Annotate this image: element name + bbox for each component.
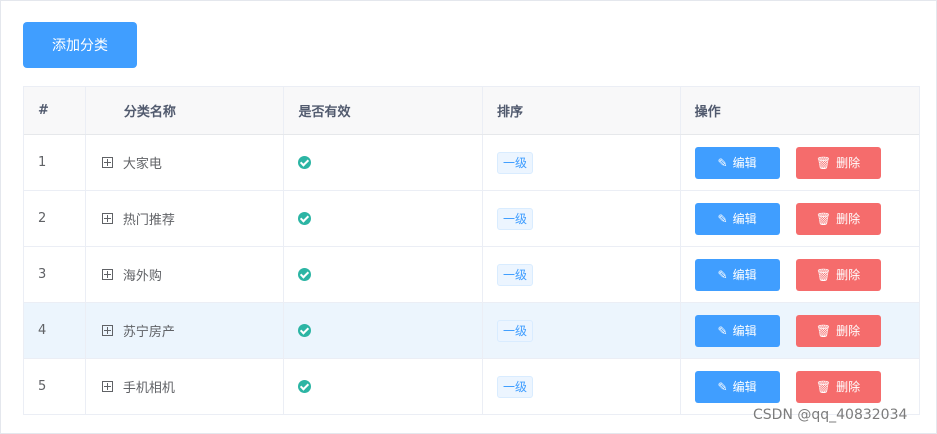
row-sort-cell: 一级: [483, 247, 681, 302]
delete-label: 删除: [836, 324, 861, 338]
edit-label: 编辑: [732, 380, 757, 394]
trash-icon: 🗑: [815, 267, 832, 282]
row-name-cell: 手机相机: [86, 359, 285, 414]
row-sort-cell: 一级: [483, 191, 681, 246]
check-circle-icon: [298, 380, 312, 393]
row-valid-cell: [284, 191, 483, 246]
table-row: 1 大家电 一级 ✎ 编辑 🗑 删除: [24, 135, 919, 191]
row-sort-cell: 一级: [483, 359, 681, 414]
header-index: #: [24, 87, 86, 134]
check-circle-icon: [298, 324, 312, 337]
edit-icon: ✎: [717, 379, 728, 394]
row-index: 1: [24, 135, 86, 190]
edit-label: 编辑: [732, 268, 757, 282]
delete-button[interactable]: 🗑 删除: [795, 258, 881, 291]
edit-label: 编辑: [732, 212, 757, 226]
expand-icon[interactable]: [101, 269, 113, 280]
row-valid-cell: [284, 247, 483, 302]
add-category-button[interactable]: 添加分类: [23, 22, 137, 68]
header-valid: 是否有效: [284, 87, 484, 134]
level-tag: 一级: [497, 207, 534, 230]
level-tag: 一级: [497, 263, 534, 286]
delete-button[interactable]: 🗑 删除: [795, 146, 881, 179]
row-name: 苏宁房产: [122, 325, 175, 340]
row-index: 5: [24, 359, 86, 414]
delete-label: 删除: [836, 380, 861, 394]
table-row: 2 热门推荐 一级 ✎ 编辑 🗑 删除: [24, 191, 919, 247]
row-valid-cell: [284, 135, 483, 190]
edit-button[interactable]: ✎ 编辑: [694, 146, 780, 179]
delete-label: 删除: [836, 212, 861, 226]
check-circle-icon: [298, 268, 312, 281]
level-tag: 一级: [497, 319, 534, 342]
row-sort-cell: 一级: [483, 303, 681, 358]
expand-icon[interactable]: [101, 381, 113, 392]
delete-label: 删除: [836, 156, 861, 170]
row-index: 2: [24, 191, 86, 246]
delete-button[interactable]: 🗑 删除: [795, 370, 881, 403]
edit-icon: ✎: [717, 155, 728, 170]
row-actions-cell: ✎ 编辑 🗑 删除: [681, 303, 919, 358]
edit-button[interactable]: ✎ 编辑: [694, 314, 780, 347]
row-actions-cell: ✎ 编辑 🗑 删除: [681, 191, 919, 246]
delete-button[interactable]: 🗑 删除: [795, 202, 881, 235]
delete-label: 删除: [836, 268, 861, 282]
edit-label: 编辑: [732, 156, 757, 170]
row-name-cell: 大家电: [86, 135, 285, 190]
trash-icon: 🗑: [815, 323, 832, 338]
row-name: 热门推荐: [122, 213, 175, 228]
table-row: 4 苏宁房产 一级 ✎ 编辑 🗑 删除: [24, 303, 919, 359]
row-index: 3: [24, 247, 86, 302]
edit-icon: ✎: [717, 267, 728, 282]
row-actions-cell: ✎ 编辑 🗑 删除: [681, 247, 919, 302]
level-tag: 一级: [497, 151, 534, 174]
row-valid-cell: [284, 359, 483, 414]
expand-icon[interactable]: [101, 157, 113, 168]
row-sort-cell: 一级: [483, 135, 681, 190]
trash-icon: 🗑: [815, 379, 832, 394]
watermark: CSDN @qq_40832034: [753, 407, 908, 423]
table-row: 3 海外购 一级 ✎ 编辑 🗑 删除: [24, 247, 919, 303]
trash-icon: 🗑: [815, 155, 832, 170]
row-actions-cell: ✎ 编辑 🗑 删除: [681, 135, 919, 190]
edit-button[interactable]: ✎ 编辑: [694, 202, 780, 235]
row-valid-cell: [284, 303, 483, 358]
header-actions: 操作: [694, 105, 721, 120]
row-name: 海外购: [122, 269, 162, 284]
header-category-name: 分类名称: [86, 87, 285, 134]
page-frame: 添加分类 # 分类名称 是否有效 排序 操作 1 大家电 一级 ✎ 编辑 🗑 删除 …: [0, 0, 937, 434]
row-name-cell: 热门推荐: [86, 191, 285, 246]
edit-icon: ✎: [717, 323, 728, 338]
delete-button[interactable]: 🗑 删除: [795, 314, 881, 347]
check-circle-icon: [298, 156, 312, 169]
header-sort: 排序: [483, 87, 681, 134]
edit-icon: ✎: [717, 211, 728, 226]
category-table: # 分类名称 是否有效 排序 操作 1 大家电 一级 ✎ 编辑 🗑 删除 2 热门推…: [23, 86, 920, 415]
edit-button[interactable]: ✎ 编辑: [694, 370, 780, 403]
trash-icon: 🗑: [815, 211, 832, 226]
level-tag: 一级: [497, 375, 534, 398]
table-header: # 分类名称 是否有效 排序 操作: [24, 87, 919, 135]
row-name: 手机相机: [122, 381, 175, 396]
expand-icon[interactable]: [101, 213, 113, 224]
edit-button[interactable]: ✎ 编辑: [694, 258, 780, 291]
expand-icon[interactable]: [101, 325, 113, 336]
row-index: 4: [24, 303, 86, 358]
row-actions-cell: ✎ 编辑 🗑 删除: [681, 359, 919, 414]
row-name-cell: 苏宁房产: [86, 303, 285, 358]
row-name-cell: 海外购: [86, 247, 285, 302]
row-name: 大家电: [122, 157, 162, 172]
edit-label: 编辑: [732, 324, 757, 338]
check-circle-icon: [298, 212, 312, 225]
